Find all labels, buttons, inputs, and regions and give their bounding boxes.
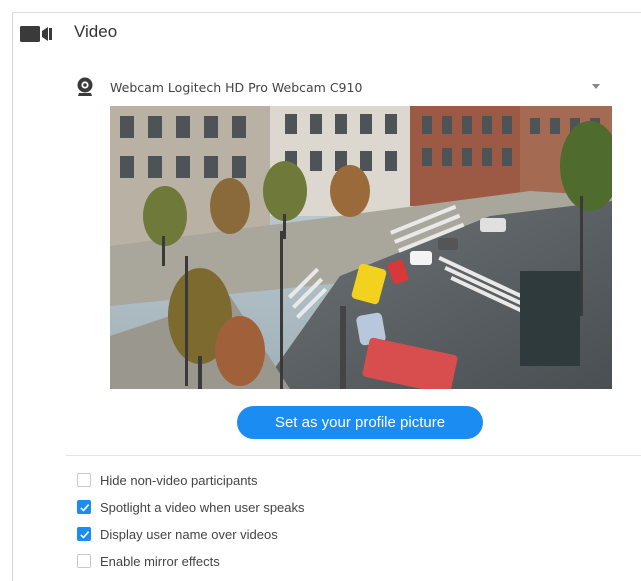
section-title: Video [74,22,118,41]
street-scene-image [110,106,612,389]
option-spotlight-video[interactable]: Spotlight a video when user speaks [77,499,305,515]
checkbox-display-user-name[interactable] [77,527,91,541]
checkmark-icon [79,530,89,539]
checkbox-spotlight-video[interactable] [77,500,91,514]
option-label: Enable mirror effects [100,553,220,569]
left-panel-edge [0,0,13,581]
checkbox-hide-non-video-participants[interactable] [77,473,91,487]
divider [66,455,641,456]
top-panel-edge [12,0,641,13]
option-label: Display user name over videos [100,526,278,542]
option-enable-mirror-effects[interactable]: Enable mirror effects [77,553,220,569]
option-label: Hide non-video participants [100,472,258,488]
option-hide-non-video-participants[interactable]: Hide non-video participants [77,472,258,488]
checkbox-enable-mirror-effects[interactable] [77,554,91,568]
checkmark-icon [79,503,89,512]
set-profile-picture-button[interactable]: Set as your profile picture [237,406,483,439]
option-display-user-name[interactable]: Display user name over videos [77,526,278,542]
webcam-icon [77,77,93,96]
caret-down-icon[interactable] [592,84,600,89]
option-label: Spotlight a video when user speaks [100,499,305,515]
webcam-selected-value: Webcam Logitech HD Pro Webcam C910 [110,80,363,95]
video-camera-icon [20,26,52,42]
video-preview [110,106,612,389]
